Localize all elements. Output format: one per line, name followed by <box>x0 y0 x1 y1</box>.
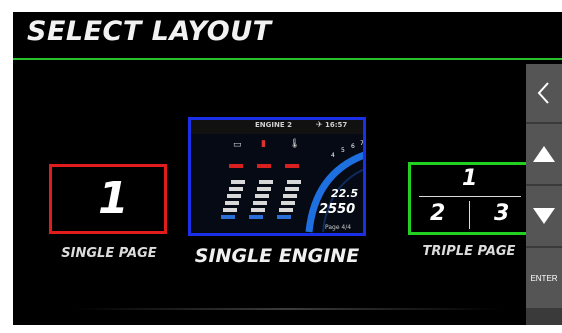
rpm-arc <box>305 151 363 233</box>
single-page-number: 1 <box>98 173 129 224</box>
preview-time: 16:57 <box>325 121 348 129</box>
triangle-up-icon <box>533 146 555 162</box>
mfd-screen: SELECT LAYOUT 1 SINGLE PAGE ENGINE 2 ✈ 1… <box>13 12 562 325</box>
single-engine-option[interactable]: ENGINE 2 ✈ 16:57 ▭ ▮ 🌡 4 5 6 7 22.5 2550… <box>188 117 366 236</box>
title-underline <box>13 58 562 60</box>
triple-page-option[interactable]: 1 2 3 <box>408 162 530 235</box>
triple-divider-horizontal <box>419 196 521 197</box>
triangle-down-icon <box>533 208 555 224</box>
preview-title: ENGINE 2 <box>255 121 292 129</box>
fuel-icon: ▮ <box>261 139 266 149</box>
triple-divider-vertical <box>469 201 470 229</box>
chevron-left-icon <box>537 82 549 104</box>
enter-button[interactable]: ENTER <box>526 248 562 308</box>
single-page-label: SINGLE PAGE <box>61 246 157 261</box>
up-button[interactable] <box>526 124 562 184</box>
page-title: SELECT LAYOUT <box>27 16 272 47</box>
back-button[interactable] <box>526 64 562 122</box>
gauge-tick: 5 <box>341 147 345 154</box>
gauge-tick: 4 <box>331 152 335 159</box>
run-icon: ✈ <box>316 120 323 129</box>
triple-page-number-3: 3 <box>494 201 510 226</box>
triple-page-number-1: 1 <box>462 166 478 191</box>
gauge-tick: 6 <box>351 143 355 150</box>
gauge-tick: 7 <box>360 140 364 147</box>
battery-icon: ▭ <box>233 140 242 150</box>
enter-label: ENTER <box>530 273 558 283</box>
preview-value-1: 22.5 <box>331 187 359 200</box>
single-engine-label: SINGLE ENGINE <box>194 245 360 267</box>
preview-page-indicator: Page 4/4 <box>325 224 352 231</box>
bottom-divider <box>73 308 503 310</box>
single-page-option[interactable]: 1 <box>49 164 167 234</box>
side-button-panel: ENTER <box>526 64 562 325</box>
down-button[interactable] <box>526 186 562 246</box>
triple-page-label: TRIPLE PAGE <box>422 244 516 259</box>
preview-value-2: 2550 <box>319 202 356 217</box>
temperature-icon: 🌡 <box>289 139 301 149</box>
triple-page-number-2: 2 <box>430 201 446 226</box>
